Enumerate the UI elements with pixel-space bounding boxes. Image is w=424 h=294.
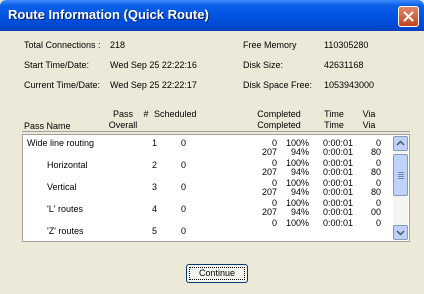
current-time-value: Wed Sep 25 22:22:17 (110, 80, 197, 90)
table-row[interactable]: 'L' routes 4 0 0 100% 0:00:01 0 207 94% … (23, 195, 393, 217)
col-time-top: Time (324, 109, 344, 119)
col-pass-overall-top: Pass (112, 109, 133, 119)
free-memory-label: Free Memory (243, 40, 297, 50)
table-row[interactable]: Horizontal 2 0 0 100% 0:00:01 0 207 94% … (23, 155, 393, 177)
total-connections-label: Total Connections : (24, 40, 101, 50)
pass-name: Vertical (47, 182, 77, 192)
col-via-top: Via (362, 109, 376, 119)
scheduled-value: 0 (181, 160, 187, 170)
pass-number: 4 (151, 204, 157, 214)
scroll-down-button[interactable] (393, 225, 408, 240)
total-connections-value: 218 (110, 40, 126, 50)
pass-table[interactable]: Wide line routing 1 0 0 100% 0:00:01 0 2… (22, 134, 410, 242)
pass-number: 5 (151, 226, 157, 236)
pass-name: Wide line routing (27, 138, 95, 148)
time-value: 0:00:01 (322, 218, 353, 228)
header-divider (22, 131, 410, 132)
pass-number: 2 (151, 160, 157, 170)
chevron-up-icon (396, 140, 405, 146)
pass-name: 'Z' routes (47, 226, 84, 236)
via-value: 0 (375, 218, 381, 228)
pass-name: Horizontal (47, 160, 88, 170)
col-time-bottom: Time (324, 120, 344, 130)
disk-size-value: 42631168 (324, 60, 364, 70)
completed-count: 0 (271, 218, 277, 228)
pass-name: 'L' routes (47, 204, 83, 214)
col-via-bottom: Via (362, 120, 376, 130)
scroll-thumb[interactable] (393, 154, 408, 196)
close-icon (403, 11, 414, 22)
scroll-up-button[interactable] (393, 136, 408, 151)
free-memory-value: 110305280 (324, 40, 369, 50)
scheduled-value: 0 (181, 182, 187, 192)
chevron-down-icon (396, 230, 405, 236)
vertical-scrollbar[interactable] (393, 136, 408, 240)
table-row[interactable]: Wide line routing 1 0 0 100% 0:00:01 0 2… (23, 135, 393, 157)
scheduled-value: 0 (181, 204, 187, 214)
window-title: Route Information (Quick Route) (8, 7, 209, 22)
title-bar[interactable]: Route Information (Quick Route) (0, 0, 424, 31)
table-row[interactable]: Vertical 3 0 0 100% 0:00:01 0 207 94% 0:… (23, 175, 393, 197)
scheduled-value: 0 (181, 138, 187, 148)
pass-number: 1 (151, 138, 157, 148)
col-pass-overall-bottom: Overall (108, 120, 138, 130)
pass-number: 3 (151, 182, 157, 192)
completed-percent: 100% (285, 218, 309, 228)
disk-space-free-value: 1053943000 (324, 80, 375, 90)
scheduled-value: 0 (181, 226, 187, 236)
col-completed-bottom: Completed (257, 120, 301, 130)
current-time-label: Current Time/Date: (24, 80, 101, 90)
col-hash: # (143, 109, 149, 119)
route-information-dialog: Route Information (Quick Route) Total Co… (0, 0, 424, 294)
disk-space-free-label: Disk Space Free: (243, 80, 313, 90)
start-time-value: Wed Sep 25 22:22:16 (110, 60, 197, 70)
table-row[interactable]: 'Z' routes 5 0 0 100% 0:00:01 0 (23, 215, 393, 236)
disk-size-label: Disk Size: (243, 60, 284, 70)
close-button[interactable] (398, 6, 419, 27)
col-completed-top: Completed (257, 109, 301, 119)
continue-button[interactable]: Continue (186, 264, 248, 283)
start-time-label: Start Time/Date: (24, 60, 90, 70)
col-scheduled: Scheduled (154, 109, 197, 119)
